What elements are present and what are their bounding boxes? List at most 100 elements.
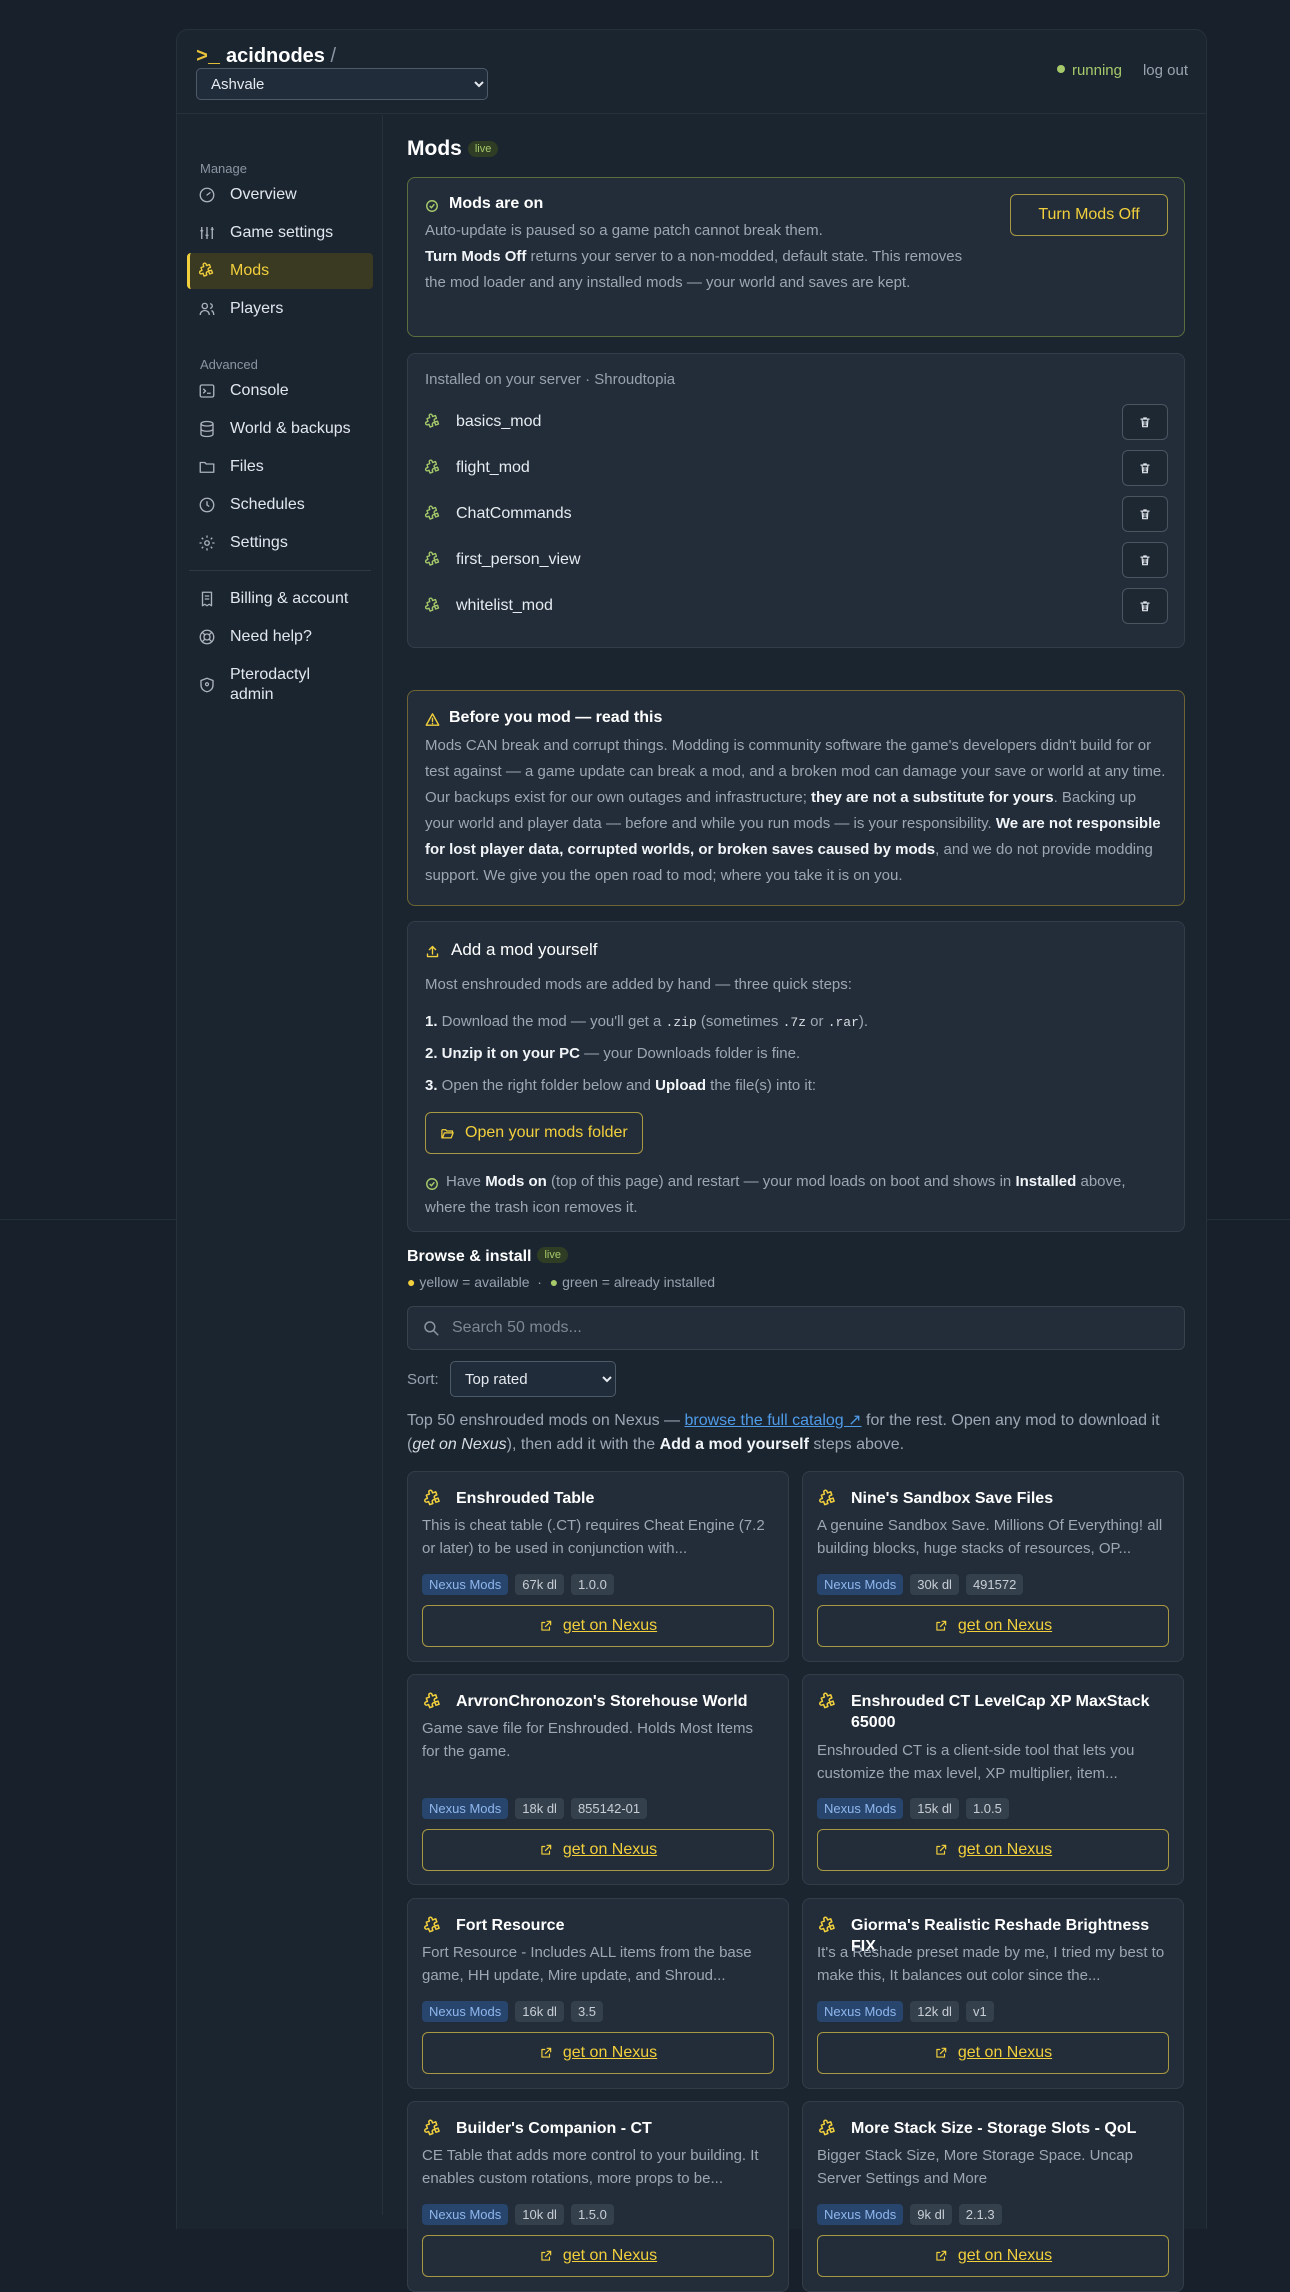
mod-warning-card: Before you mod — read this Mods CAN brea… <box>407 690 1185 906</box>
get-on-nexus-button[interactable]: get on Nexus <box>422 2235 774 2277</box>
installed-mods-card: Installed on your server · Shroudtopia b… <box>407 353 1185 648</box>
sidebar-item-label: Need help? <box>230 628 312 645</box>
add-mod-step3: 3. Open the right folder below and Uploa… <box>425 1073 1167 1099</box>
installed-mod-name: flight_mod <box>456 459 530 476</box>
trash-icon <box>1138 461 1152 475</box>
installed-mod-name: basics_mod <box>456 413 542 430</box>
live-badge: live <box>537 1247 568 1263</box>
mod-card-title: Nine's Sandbox Save Files <box>851 1490 1054 1507</box>
sidebar-item-files[interactable]: Files <box>187 449 373 485</box>
puzzle-icon <box>423 1916 443 1936</box>
mod-card-tags: Nexus Mods 10k dl 1.5.0 <box>422 2204 614 2225</box>
server-select[interactable]: Ashvale <box>196 68 488 100</box>
version-tag: 1.0.5 <box>965 1798 1009 1819</box>
source-tag: Nexus Mods <box>817 1798 904 1819</box>
sidebar-item-pterodactyl-admin[interactable]: Pterodactyl admin <box>187 661 373 709</box>
get-on-nexus-label: get on Nexus <box>957 1617 1053 1634</box>
source-tag: Nexus Mods <box>422 2001 509 2022</box>
get-on-nexus-label: get on Nexus <box>957 2247 1053 2264</box>
mod-card: Fort Resource Fort Resource - Includes AL… <box>407 1898 789 2089</box>
step1-text-d: ). <box>858 1013 869 1030</box>
external-link-icon <box>539 2249 553 2263</box>
get-on-nexus-button[interactable]: get on Nexus <box>817 1605 1169 1647</box>
step1-code-zip: .zip <box>665 1015 697 1030</box>
legend-sep: · <box>537 1274 542 1290</box>
turn-mods-off-button[interactable]: Turn Mods Off <box>1010 194 1168 236</box>
external-link-icon <box>539 2046 553 2060</box>
legend-green: green = already installed <box>562 1274 716 1290</box>
delete-mod-button[interactable] <box>1122 496 1168 532</box>
installed-mod-row: basics_mod <box>424 404 1168 440</box>
puzzle-icon <box>423 1692 443 1712</box>
search-placeholder: Search 50 mods... <box>452 1319 582 1336</box>
sidebar-item-help[interactable]: Need help? <box>187 619 373 655</box>
trash-icon <box>1138 553 1152 567</box>
logout-link[interactable]: log out <box>1143 62 1188 79</box>
mod-card: Giorma's Realistic Reshade Brightness FI… <box>802 1898 1184 2089</box>
browse-legend: ● yellow = available · ● green = already… <box>407 1274 715 1290</box>
delete-mod-button[interactable] <box>1122 542 1168 578</box>
mod-card-tags: Nexus Mods 12k dl v1 <box>817 2001 994 2022</box>
note-text-a: Have <box>446 1173 486 1190</box>
status-line1: Auto-update is paused so a game patch ca… <box>425 222 823 239</box>
open-mods-folder-button[interactable]: Open your mods folder <box>425 1112 643 1154</box>
get-on-nexus-button[interactable]: get on Nexus <box>817 2032 1169 2074</box>
delete-mod-button[interactable] <box>1122 404 1168 440</box>
puzzle-icon <box>424 597 442 615</box>
info-text-a: Top 50 enshrouded mods on Nexus — <box>407 1412 685 1429</box>
trash-icon <box>1138 599 1152 613</box>
delete-mod-button[interactable] <box>1122 450 1168 486</box>
sidebar-item-players[interactable]: Players <box>187 291 373 327</box>
sidebar-section-advanced: Advanced <box>200 357 258 372</box>
external-link-icon <box>934 2249 948 2263</box>
get-on-nexus-button[interactable]: get on Nexus <box>422 1829 774 1871</box>
sidebar-item-billing[interactable]: Billing & account <box>187 581 373 617</box>
get-on-nexus-button[interactable]: get on Nexus <box>422 1605 774 1647</box>
mod-card-description: Game save file for Enshrouded. Holds Mos… <box>422 1720 753 1760</box>
source-tag: Nexus Mods <box>422 2204 509 2225</box>
external-link-icon <box>934 1843 948 1857</box>
downloads-tag: 16k dl <box>515 2001 564 2022</box>
sidebar-item-overview[interactable]: Overview <box>187 177 373 213</box>
trash-icon <box>1138 507 1152 521</box>
get-on-nexus-label: get on Nexus <box>562 2247 658 2264</box>
info-italic: get on Nexus <box>412 1436 507 1453</box>
get-on-nexus-button[interactable]: get on Nexus <box>422 2032 774 2074</box>
sort-select[interactable]: Top rated <box>450 1361 616 1397</box>
sidebar: Manage Overview Game settings Mods Playe… <box>177 115 383 2215</box>
get-on-nexus-button[interactable]: get on Nexus <box>817 2235 1169 2277</box>
sidebar-item-world-backups[interactable]: World & backups <box>187 411 373 447</box>
sidebar-item-mods[interactable]: Mods <box>187 253 373 289</box>
sidebar-item-schedules[interactable]: Schedules <box>187 487 373 523</box>
brand: >_ acidnodes / <box>196 45 336 69</box>
version-tag: 855142-01 <box>570 1798 648 1819</box>
mod-search-input[interactable]: Search 50 mods... <box>407 1306 1185 1350</box>
puzzle-icon <box>818 1489 838 1509</box>
sidebar-item-console[interactable]: Console <box>187 373 373 409</box>
add-mod-step1: 1. Download the mod — you'll get a .zip … <box>425 1009 1167 1036</box>
sidebar-item-game-settings[interactable]: Game settings <box>187 215 373 251</box>
add-mod-card: Add a mod yourself Most enshrouded mods … <box>407 921 1185 1232</box>
page-title: Mods live <box>407 137 499 161</box>
puzzle-icon <box>818 1916 838 1936</box>
external-link-icon <box>539 1843 553 1857</box>
source-tag: Nexus Mods <box>817 2204 904 2225</box>
note-bold-mods-on: Mods on <box>485 1173 547 1190</box>
downloads-tag: 12k dl <box>910 2001 959 2022</box>
delete-mod-button[interactable] <box>1122 588 1168 624</box>
add-mod-step2: 2. Unzip it on your PC — your Downloads … <box>425 1041 1167 1067</box>
browse-catalog-link[interactable]: browse the full catalog ↗ <box>685 1412 862 1429</box>
browse-heading: Browse & install live <box>407 1247 568 1266</box>
warning-heading: Before you mod — read this <box>449 709 663 726</box>
top-header: >_ acidnodes / Ashvale running log out <box>177 30 1206 114</box>
status-text: running <box>1071 62 1122 79</box>
add-mod-heading: Add a mod yourself <box>451 940 598 959</box>
warning-icon <box>425 713 440 726</box>
get-on-nexus-button[interactable]: get on Nexus <box>817 1829 1169 1871</box>
mod-card-title: Enshrouded CT LevelCap XP MaxStack 65000 <box>851 1693 1150 1731</box>
gauge-icon <box>199 187 215 203</box>
sidebar-item-settings[interactable]: Settings <box>187 525 373 561</box>
step1-code-rar: .rar <box>827 1015 859 1030</box>
mod-card: Builder's Companion - CT CE Table that ad… <box>407 2101 789 2292</box>
step3-text-a: Open the right folder below and <box>437 1077 656 1094</box>
